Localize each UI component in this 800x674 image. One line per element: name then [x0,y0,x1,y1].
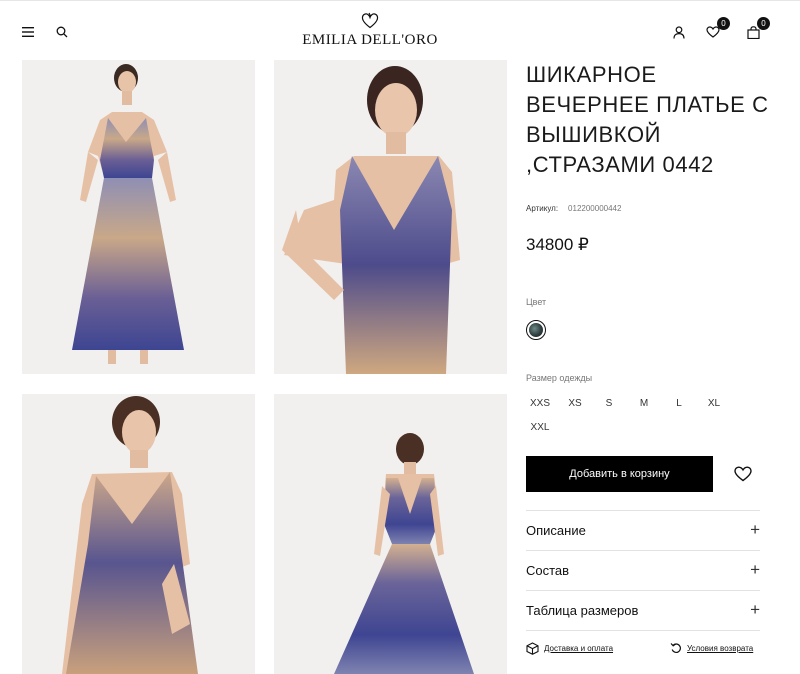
brand-name: EMILIA DELL'ORO [302,32,438,48]
sku-label: Артикул: [526,204,559,213]
wishlist-count-badge: 0 [717,17,730,30]
color-swatch-fill [529,323,543,337]
search-icon[interactable] [52,22,72,42]
add-to-wishlist-heart-icon[interactable] [732,463,754,485]
product-photo-closeup[interactable] [274,60,507,374]
account-icon[interactable] [669,22,689,42]
brand-logo[interactable]: EMILIA DELL'ORO [290,12,450,54]
product-photo-back[interactable] [274,394,507,674]
delivery-payment-link[interactable]: Доставка и оплата [526,642,613,655]
return-policy-label: Условия возврата [687,643,754,653]
size-label: Размер одежды [526,373,593,383]
color-swatch[interactable] [526,320,546,340]
size-option-xs[interactable]: XS [561,398,589,409]
cart-count-badge: 0 [757,17,770,30]
return-policy-link[interactable]: Условия возврата [670,642,753,654]
expand-plus-icon: + [750,520,760,539]
site-header: EMILIA DELL'ORO 0 0 [0,4,800,60]
accordion-composition-label: Состав [526,563,570,578]
cart-bag-icon[interactable]: 0 [743,17,770,42]
size-option-l[interactable]: L [665,398,693,409]
wishlist-icon[interactable]: 0 [703,17,730,42]
size-option-m[interactable]: M [630,398,658,409]
sku-value: 012200000442 [568,204,622,213]
logo-heart-icon [361,12,379,29]
product-price: 34800 ₽ [526,235,589,254]
box-icon [526,642,539,655]
expand-plus-icon: + [750,560,760,579]
product-photo-full-front[interactable] [22,60,255,374]
product-sku: Артикул: 012200000442 [526,204,621,213]
accordion-size-chart-label: Таблица размеров [526,603,639,618]
size-option-xl[interactable]: XL [700,398,728,409]
size-option-s[interactable]: S [595,398,623,409]
delivery-payment-label: Доставка и оплата [544,644,614,653]
accordion-size-chart[interactable]: Таблица размеров + [526,590,760,630]
accordion-composition[interactable]: Состав + [526,550,760,590]
accordion-description-label: Описание [526,523,586,538]
menu-icon[interactable] [18,22,38,42]
add-to-cart-button[interactable]: Добавить в корзину [526,456,713,492]
size-option-xxl[interactable]: XXL [526,422,554,433]
accordion-bottom-divider [526,630,760,631]
accordion-description[interactable]: Описание + [526,510,760,550]
product-title: ШИКАРНОЕ ВЕЧЕРНЕЕ ПЛАТЬЕ С ВЫШИВКОЙ ,СТР… [526,62,769,177]
color-label: Цвет [526,297,547,307]
size-option-xxs[interactable]: XXS [526,398,554,409]
expand-plus-icon: + [750,600,760,619]
return-arrow-icon [670,643,681,654]
product-photo-side[interactable] [22,394,255,674]
